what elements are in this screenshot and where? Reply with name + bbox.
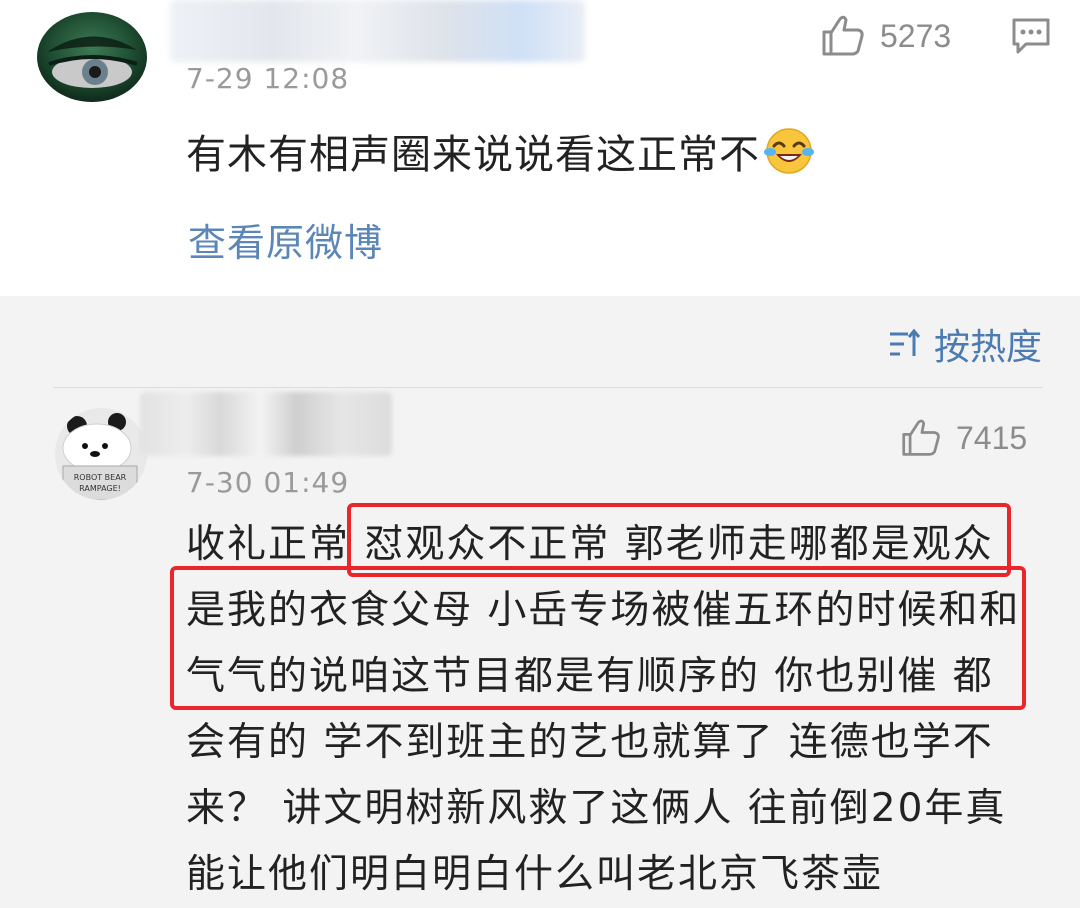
comment-line: 能让他们明白明白什么叫老北京飞茶壶 bbox=[186, 852, 884, 897]
avatar-eye-image bbox=[37, 12, 147, 102]
avatar-text-2: RAMPAGE! bbox=[79, 484, 121, 493]
divider bbox=[53, 387, 1043, 388]
sort-by-hotness-button[interactable]: 按热度 bbox=[888, 318, 1042, 370]
red-highlight-box bbox=[170, 566, 1026, 710]
sort-label: 按热度 bbox=[934, 327, 1043, 368]
blurred-commenter-name[interactable] bbox=[140, 392, 392, 456]
comment-like-count: 7415 bbox=[956, 419, 1028, 456]
comment-timestamp: 7-30 01:49 bbox=[186, 466, 350, 499]
comment-line: 来？ 讲文明树新风救了这俩人 往前倒20年真 bbox=[186, 786, 1007, 831]
like-count: 5273 bbox=[880, 17, 952, 54]
comment-line: 会有的 学不到班主的艺也就算了 连德也学不 bbox=[186, 720, 994, 765]
original-post: 7-29 12:08 5273 有木有相声圈来说说看这正常不 查看原微博 bbox=[0, 0, 1080, 296]
post-text: 有木有相声圈来说说看这正常不 bbox=[186, 122, 814, 180]
thumbs-up-icon bbox=[822, 15, 864, 56]
like-button[interactable]: 5273 bbox=[820, 14, 951, 58]
comment-icon[interactable] bbox=[1010, 16, 1052, 56]
commenter-avatar[interactable]: ROBOT BEAR RAMPAGE! bbox=[55, 408, 147, 500]
thumbs-up-icon bbox=[902, 419, 940, 456]
sort-icon bbox=[890, 328, 921, 356]
avatar[interactable] bbox=[37, 12, 147, 102]
robot-bear-avatar-image: ROBOT BEAR RAMPAGE! bbox=[55, 408, 147, 500]
blurred-username[interactable] bbox=[170, 0, 585, 62]
avatar-text-1: ROBOT BEAR bbox=[74, 473, 127, 482]
post-text-content: 有木有相声圈来说说看这正常不 bbox=[186, 132, 760, 178]
laughing-crying-emoji-icon bbox=[764, 128, 814, 174]
post-timestamp: 7-29 12:08 bbox=[186, 62, 350, 95]
view-original-weibo-link[interactable]: 查看原微博 bbox=[188, 212, 383, 267]
comment-like-button[interactable]: 7415 bbox=[900, 418, 1027, 458]
